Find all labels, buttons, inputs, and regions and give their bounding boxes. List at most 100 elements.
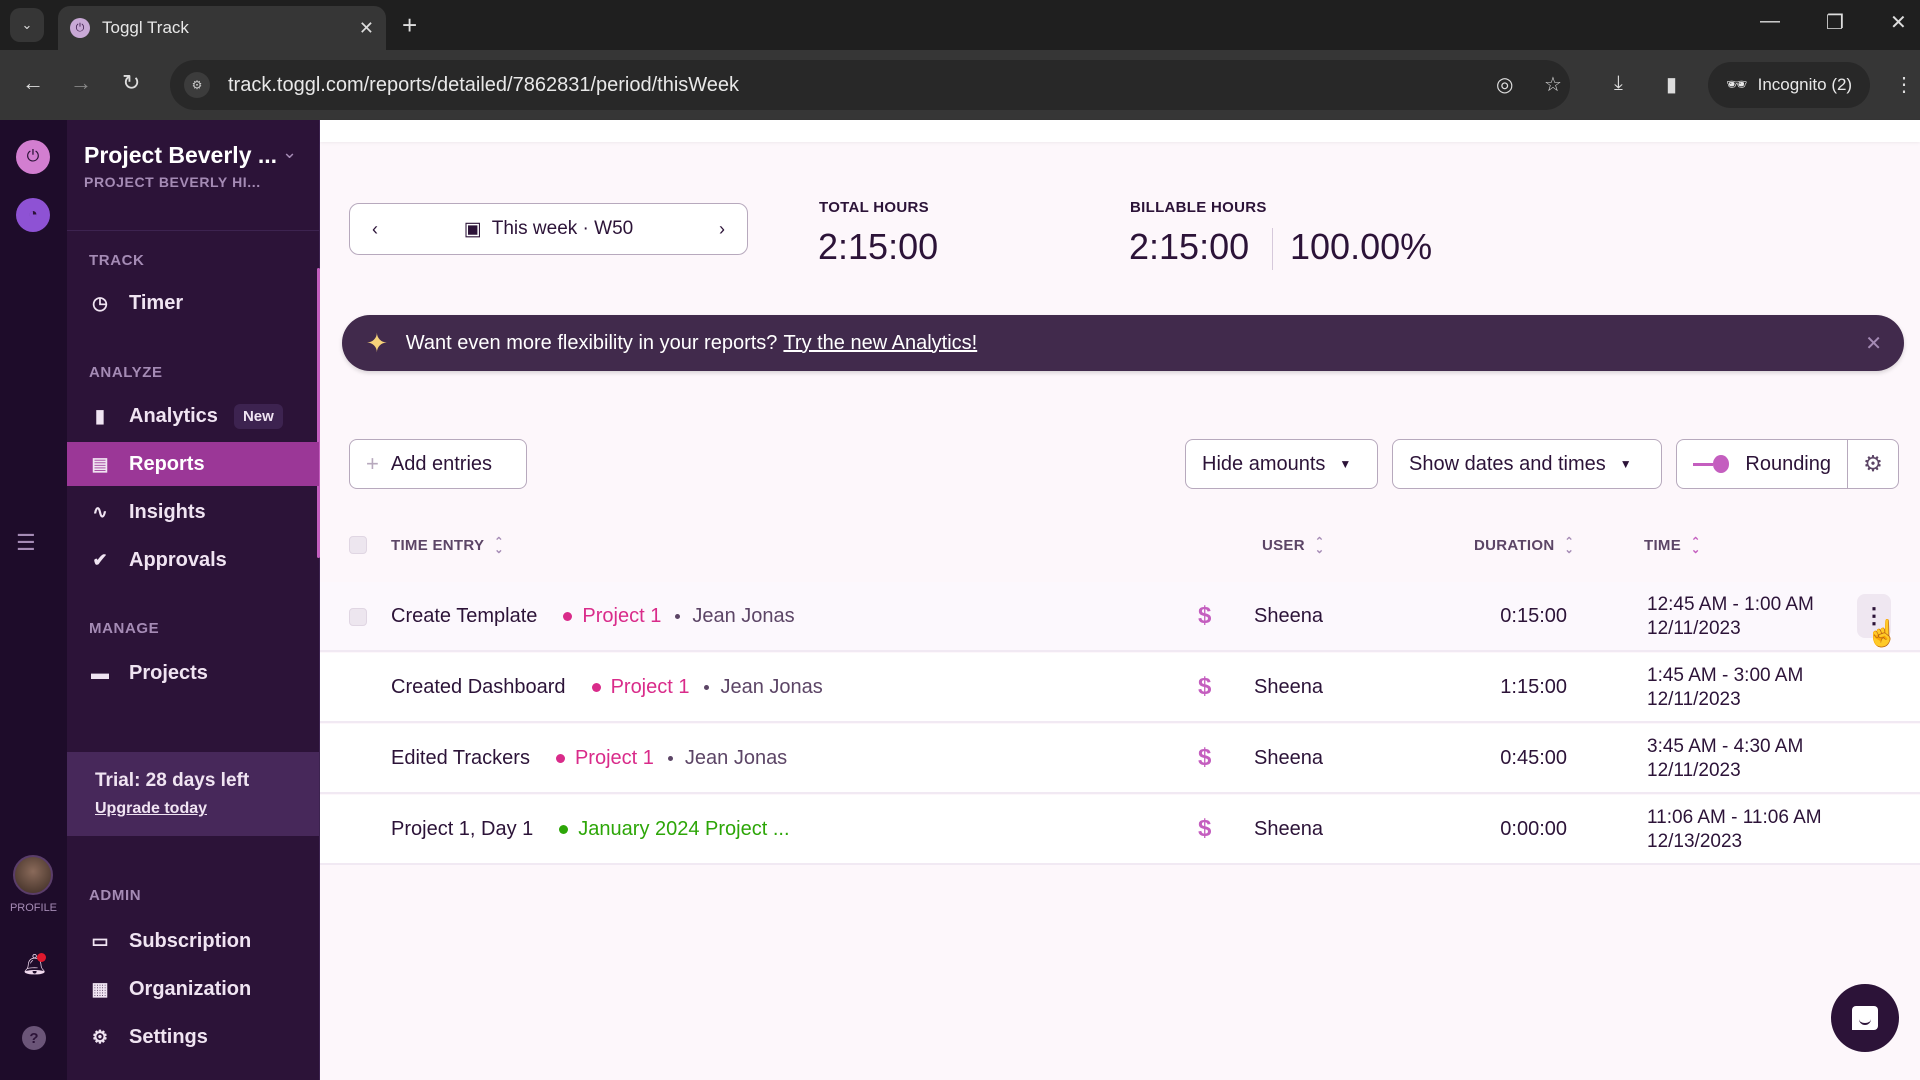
sidebar-item-subscription[interactable]: ▭ Subscription (67, 919, 319, 963)
billable-dollar-icon[interactable]: $ (1198, 744, 1211, 772)
chevron-down-icon[interactable]: ⌄ (282, 142, 297, 163)
incognito-indicator[interactable]: 🕶 Incognito (2) (1708, 62, 1870, 108)
entry-description[interactable]: Edited Trackers Project 1 Jean Jonas (391, 747, 787, 770)
project-tag[interactable]: Project 1 (591, 676, 690, 699)
duration[interactable]: 0:45:00 (1380, 747, 1567, 770)
project-tag[interactable]: Project 1 (555, 747, 654, 770)
sidebar-item-projects[interactable]: ▬ Projects (67, 651, 319, 695)
entry-date: 12/11/2023 (1647, 689, 1741, 710)
time-range[interactable]: 11:06 AM - 11:06 AM 12/13/2023 (1647, 806, 1822, 854)
period-picker[interactable]: ▣ This week · W50 (400, 218, 697, 241)
minimize-icon[interactable]: — (1760, 10, 1780, 33)
project-color-dot (591, 683, 601, 692)
project-tag[interactable]: Project 1 (563, 605, 661, 628)
download-icon[interactable]: ⤓ (1614, 72, 1623, 95)
close-banner-icon[interactable]: ✕ (1865, 331, 1882, 356)
notification-dot (37, 953, 46, 962)
next-period-icon[interactable]: › (697, 219, 747, 240)
add-entries-button[interactable]: + Add entries (349, 439, 527, 489)
help-icon[interactable]: ? (22, 1026, 46, 1050)
table-row[interactable]: Edited Trackers Project 1 Jean Jonas $ S… (320, 724, 1920, 794)
sidebar-item-timer[interactable]: ◷ Timer (67, 281, 319, 325)
rounding-settings-button[interactable]: ⚙ (1847, 439, 1899, 489)
workspace-name[interactable]: Project Beverly ... (84, 142, 277, 169)
billable-dollar-icon[interactable]: $ (1198, 815, 1211, 843)
entry-date: 12/11/2023 (1647, 760, 1741, 781)
chat-bubble-icon (1852, 1006, 1878, 1030)
sidebar-item-analytics[interactable]: ▮ Analytics New (67, 394, 319, 438)
time-range-text: 12:45 AM - 1:00 AM (1647, 594, 1814, 615)
site-settings-icon[interactable]: ⚙ (184, 72, 210, 98)
rounding-toggle[interactable]: Rounding (1676, 439, 1848, 489)
sidebar-item-approvals[interactable]: ✔ Approvals (67, 538, 319, 582)
rounding-label: Rounding (1745, 452, 1831, 475)
duration[interactable]: 0:15:00 (1380, 605, 1567, 628)
column-time[interactable]: TIME ⌃ ⌄ (1644, 536, 1701, 555)
duration[interactable]: 0:00:00 (1380, 818, 1567, 841)
try-analytics-link[interactable]: Try the new Analytics! (783, 332, 977, 355)
entry-description[interactable]: Project 1, Day 1 January 2024 Project ..… (391, 818, 790, 841)
entry-description[interactable]: Created Dashboard Project 1 Jean Jonas (391, 676, 823, 699)
show-dates-dropdown[interactable]: Show dates and times ▼ (1392, 439, 1662, 489)
sidebar-item-label: Settings (129, 1025, 208, 1048)
previous-period-icon[interactable]: ‹ (350, 219, 400, 240)
sidebar-item-label: Approvals (129, 548, 227, 571)
table-row[interactable]: Project 1, Day 1 January 2024 Project ..… (320, 795, 1920, 865)
entry-description[interactable]: Create Template Project 1 Jean Jonas (391, 605, 795, 628)
client-name: Jean Jonas (704, 676, 823, 699)
column-user[interactable]: USER ⌃ ⌄ (1262, 536, 1324, 555)
column-time-entry[interactable]: TIME ENTRY ⌃ ⌄ (391, 536, 504, 555)
time-range-text: 1:45 AM - 3:00 AM (1647, 665, 1804, 686)
time-range[interactable]: 3:45 AM - 4:30 AM 12/11/2023 (1647, 735, 1803, 783)
address-bar[interactable]: ⚙ track.toggl.com/reports/detailed/78628… (170, 60, 1570, 110)
sidebar-item-organization[interactable]: ▦ Organization (67, 967, 319, 1011)
upgrade-link[interactable]: Upgrade today (95, 800, 319, 818)
side-panel-icon[interactable]: ▮ (1666, 72, 1677, 97)
column-duration[interactable]: DURATION ⌃ ⌄ (1474, 536, 1574, 555)
billable-dollar-icon[interactable]: $ (1198, 602, 1211, 630)
profile-avatar[interactable] (13, 855, 53, 895)
time-range[interactable]: 12:45 AM - 1:00 AM 12/11/2023 (1647, 593, 1814, 641)
billable-hours-label: BILLABLE HOURS (1130, 199, 1267, 216)
duration[interactable]: 1:15:00 (1380, 676, 1567, 699)
time-range[interactable]: 1:45 AM - 3:00 AM 12/11/2023 (1647, 664, 1803, 712)
new-tab-button[interactable]: + (402, 10, 417, 41)
billable-hours-value: 2:15:00 (1129, 226, 1250, 267)
star-icon[interactable]: ☆ (1544, 72, 1562, 97)
sidebar-item-settings[interactable]: ⚙ Settings (67, 1015, 319, 1059)
collapse-sidebar-icon[interactable]: ☰ (16, 530, 36, 556)
url-text[interactable]: track.toggl.com/reports/detailed/7862831… (228, 74, 739, 97)
plan-app-icon[interactable]: ◔ (16, 198, 50, 232)
browser-menu-icon[interactable]: ⋮ (1894, 72, 1914, 97)
toggl-app: ⏻ ◔ ☰ PROFILE 🔔︎ ? Project Beverly ... ⌄… (0, 120, 1920, 1080)
description-text: Created Dashboard (391, 676, 566, 698)
close-tab-icon[interactable]: ✕ (359, 18, 374, 39)
back-icon[interactable]: ← (22, 70, 44, 96)
sidebar-item-reports[interactable]: ▤ Reports (67, 442, 319, 486)
project-name: January 2024 Project ... (578, 818, 790, 840)
column-label: DURATION (1474, 537, 1555, 554)
eye-off-icon[interactable]: ◎ (1496, 72, 1513, 97)
period-selector: ‹ ▣ This week · W50 › (349, 203, 748, 255)
forward-icon[interactable]: → (70, 70, 92, 96)
add-entries-label: Add entries (390, 452, 493, 475)
sidebar-item-insights[interactable]: ∿ Insights (67, 490, 319, 534)
close-window-icon[interactable]: ✕ (1890, 10, 1907, 35)
workspace-subtitle: PROJECT BEVERLY HI... (84, 174, 261, 190)
project-name: Project 1 (610, 676, 690, 698)
hide-amounts-dropdown[interactable]: Hide amounts ▼ (1185, 439, 1378, 489)
select-all-checkbox[interactable] (349, 536, 367, 554)
support-chat-button[interactable] (1831, 984, 1899, 1052)
browser-tab[interactable]: ⏻ Toggl Track ✕ (58, 6, 386, 50)
restore-icon[interactable]: ❐ (1826, 10, 1844, 35)
project-tag[interactable]: January 2024 Project ... (559, 818, 790, 841)
table-row[interactable]: Create Template Project 1 Jean Jonas $ S… (320, 582, 1920, 652)
tab-list-button[interactable]: ⌄ (10, 8, 44, 42)
row-checkbox[interactable] (349, 608, 367, 626)
track-power-icon[interactable]: ⏻ (16, 140, 50, 174)
trial-text: Trial: 28 days left (95, 770, 250, 791)
sparkle-icon: ✦ (366, 327, 388, 358)
reload-icon[interactable]: ↻ (122, 70, 140, 96)
table-row[interactable]: Created Dashboard Project 1 Jean Jonas $… (320, 653, 1920, 723)
billable-dollar-icon[interactable]: $ (1198, 673, 1211, 701)
